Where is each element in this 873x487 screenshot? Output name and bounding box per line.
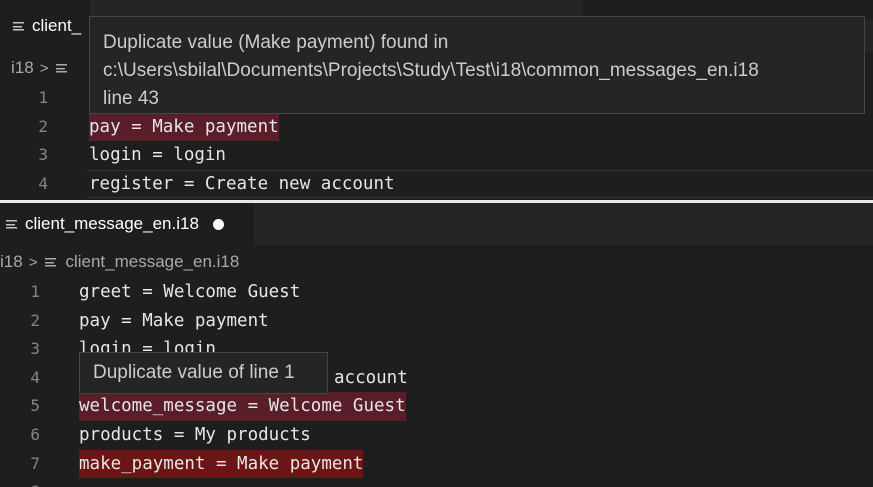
- breadcrumb-folder[interactable]: i18: [0, 252, 23, 272]
- line-text-duplicate: welcome_message = Welcome Guest: [79, 392, 406, 421]
- code-line: 2 pay = Make payment: [0, 112, 873, 142]
- hover-message: Duplicate value of line 1: [93, 362, 295, 383]
- tab-client-file-top[interactable]: client_: [0, 0, 90, 52]
- line-number: 4: [38, 173, 48, 193]
- line-text: greet = Welcome Guest: [79, 282, 301, 302]
- line-text-duplicate-error: make_payment = Make payment: [79, 449, 364, 479]
- line-text: register = Create new account: [89, 173, 395, 194]
- line-number: 1: [38, 88, 48, 107]
- breadcrumb: i18 > client_message_en.i18: [0, 250, 239, 274]
- code-line: 8: [0, 478, 873, 487]
- file-lines-icon: [13, 21, 24, 31]
- chevron-right-icon: >: [28, 253, 38, 271]
- chevron-right-icon: >: [39, 59, 49, 77]
- line-text: account: [334, 367, 408, 388]
- code-line: 6 products = My products: [0, 421, 873, 450]
- duplicate-line-hover-tooltip: Duplicate value of line 1: [79, 352, 328, 394]
- code-line-current: 4 register = Create new account: [0, 169, 873, 199]
- code-line: 5 welcome_message = Welcome Guest: [0, 392, 873, 421]
- code-line: 3 login = login: [0, 141, 873, 170]
- file-lines-icon: [45, 257, 57, 267]
- line-number: 3: [30, 339, 40, 359]
- line-text-duplicate: pay = Make payment: [89, 112, 279, 142]
- line-text: login = login: [89, 145, 226, 166]
- line-number: 2: [30, 310, 40, 330]
- line-number: 4: [30, 367, 40, 387]
- unsaved-dot-icon[interactable]: [212, 218, 224, 230]
- breadcrumb-folder[interactable]: i18: [11, 58, 34, 78]
- file-lines-icon: [6, 219, 17, 229]
- file-lines-icon: [56, 63, 68, 73]
- tab-client-message-en[interactable]: client_message_en.i18: [0, 203, 254, 245]
- code-line: 2 pay = Make payment: [0, 307, 873, 336]
- tab-bar: client_message_en.i18: [0, 203, 873, 245]
- line-number: 7: [30, 453, 40, 473]
- line-number: 3: [38, 145, 48, 165]
- tab-label: client_: [32, 16, 82, 35]
- hover-line-ref: line 43: [103, 88, 159, 109]
- breadcrumb-file[interactable]: client_message_en.i18: [65, 252, 239, 272]
- line-number: 6: [30, 424, 40, 444]
- tab-label: client_message_en.i18: [25, 214, 199, 233]
- line-number: 1: [30, 282, 40, 301]
- line-number: 8: [0, 478, 40, 487]
- hover-file-path[interactable]: c:\Users\sbilal\Documents\Projects\Study…: [103, 57, 864, 85]
- line-text: products = My products: [79, 424, 311, 445]
- line-number: 2: [38, 116, 48, 136]
- line-text: pay = Make payment: [79, 310, 269, 331]
- duplicate-hover-tooltip: Duplicate value (Make payment) found in …: [89, 16, 865, 114]
- code-line: 7 make_payment = Make payment: [0, 449, 873, 479]
- bottom-editor-group: client_message_en.i18 i18 > client_messa…: [0, 203, 873, 487]
- breadcrumb: i18 >: [11, 56, 76, 80]
- hover-message: Duplicate value (Make payment) found in: [103, 32, 449, 53]
- top-editor-group: client_ i18 > 1 2 pay = Make payment 3 l…: [0, 0, 873, 200]
- code-line: 1 greet = Welcome Guest: [0, 278, 873, 307]
- line-number: 5: [30, 396, 40, 416]
